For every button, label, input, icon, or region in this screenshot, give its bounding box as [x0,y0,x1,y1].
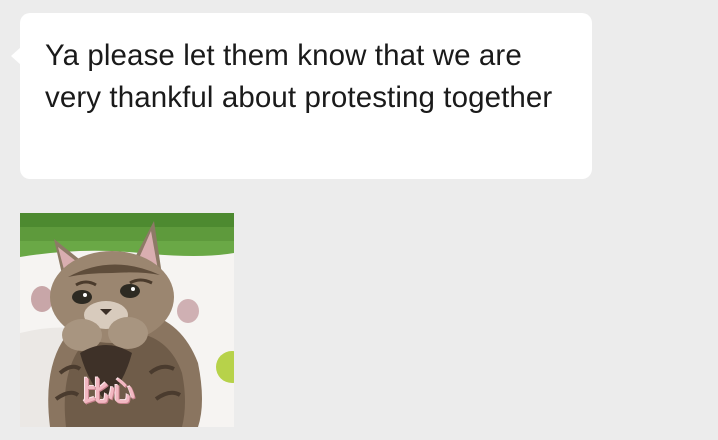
cat-sticker-image[interactable]: 比心 [20,213,234,427]
bubble-tail [11,47,21,65]
sticker-caption: 比心 [82,377,135,408]
message-text: Ya please let them know that we are very… [45,39,553,114]
incoming-message-bubble[interactable]: Ya please let them know that we are very… [11,13,592,179]
chat-conversation-area: Ya please let them know that we are very… [0,0,718,440]
